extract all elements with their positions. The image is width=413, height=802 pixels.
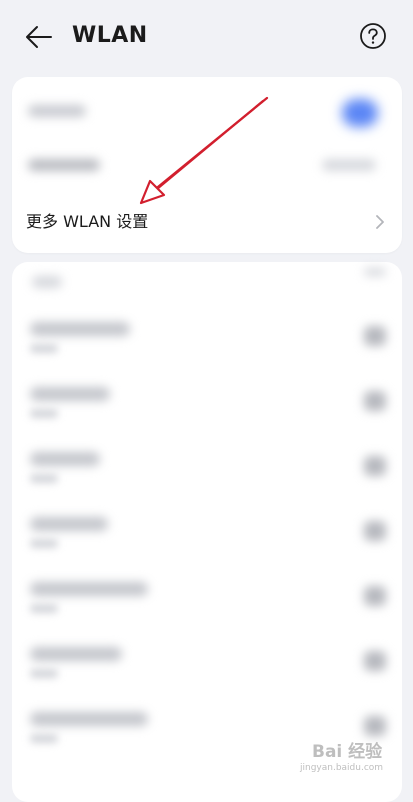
blurred-network-name [30,452,100,466]
app-header: WLAN [0,0,413,72]
chevron-right-icon [376,215,384,229]
blurred-network-status [30,409,58,418]
blurred-network-name [30,387,110,401]
page-title: WLAN [72,23,148,48]
wifi-lock-icon [364,456,386,476]
back-button[interactable] [22,20,56,54]
blurred-network-name [30,582,148,596]
wlan-settings-card: 更多 WLAN 设置 [12,77,402,253]
wifi-lock-icon [364,391,386,411]
help-button[interactable] [358,21,388,51]
network-list-item[interactable] [12,369,402,434]
network-list-item[interactable] [12,629,402,694]
blurred-section-header [32,276,62,288]
wifi-lock-icon [364,716,386,736]
watermark: Bai 经验 jingyan.baidu.com [300,735,405,783]
more-wlan-settings-row[interactable]: 更多 WLAN 设置 [12,193,402,251]
network-list-card [12,262,402,802]
arrow-left-icon [26,26,52,48]
wifi-lock-icon [364,586,386,606]
blurred-network-status [30,734,58,743]
wifi-lock-icon [364,521,386,541]
watermark-url: jingyan.baidu.com [300,763,384,773]
network-list-item[interactable] [12,499,402,564]
blurred-network-status [30,604,58,613]
blurred-network-status [30,474,58,483]
help-circle-icon [360,23,386,49]
wlan-toggle[interactable] [342,99,378,127]
blurred-network-name [30,647,122,661]
blurred-network-name [30,712,148,726]
network-list-item[interactable] [12,434,402,499]
blurred-setting-row[interactable] [12,135,402,191]
blurred-network-status [30,344,58,353]
blurred-label [28,105,86,117]
wlan-toggle-row[interactable] [12,81,402,137]
blurred-label [28,159,100,171]
network-list-item[interactable] [12,564,402,629]
blurred-value [322,159,376,171]
blurred-section-icon [364,268,386,276]
network-list-item[interactable] [12,304,402,369]
more-wlan-settings-label: 更多 WLAN 设置 [26,212,149,231]
blurred-network-name [30,322,130,336]
wifi-lock-icon [364,326,386,346]
blurred-network-status [30,539,58,548]
blurred-network-status [30,669,58,678]
blurred-network-name [30,517,108,531]
watermark-text: Bai 经验 [312,742,383,762]
wifi-lock-icon [364,651,386,671]
